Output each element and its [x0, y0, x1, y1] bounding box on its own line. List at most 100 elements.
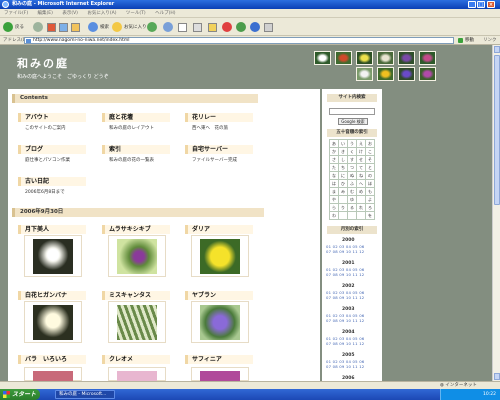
menu-card-blog[interactable]: ブログ [18, 145, 86, 154]
month-links-row[interactable]: 07 08 09 10 11 12 [326, 295, 364, 300]
kana-cell[interactable]: ふ [347, 179, 357, 188]
scroll-down-arrow[interactable] [494, 373, 500, 380]
links-label[interactable]: リンク [483, 36, 497, 45]
kana-cell[interactable]: き [338, 147, 348, 156]
kana-cell[interactable]: め [356, 187, 366, 196]
home-button[interactable] [71, 21, 80, 33]
kana-cell[interactable]: ね [356, 171, 366, 180]
flower-photo[interactable] [24, 235, 82, 277]
month-links-row[interactable]: 07 08 09 10 11 12 [326, 272, 364, 277]
flower-title[interactable]: ヤブラン [185, 291, 253, 300]
kana-cell[interactable]: を [365, 211, 375, 220]
site-search-input[interactable] [329, 108, 375, 115]
kana-cell[interactable]: か [329, 147, 339, 156]
kana-cell[interactable]: た [329, 163, 339, 172]
kana-cell[interactable]: し [338, 155, 348, 164]
flower-photo[interactable] [191, 235, 249, 277]
search-toolbar-button[interactable]: 検索 [88, 21, 109, 33]
kana-cell[interactable]: る [347, 203, 357, 212]
messenger-button[interactable] [236, 21, 248, 33]
kana-cell[interactable]: く [347, 147, 357, 156]
discuss-button[interactable] [222, 21, 234, 33]
menu-edit[interactable]: 編集(E) [38, 11, 53, 16]
header-thumb-flower[interactable] [398, 67, 415, 81]
menu-card-about[interactable]: アバウト [18, 113, 86, 122]
menu-view[interactable]: 表示(V) [62, 11, 78, 16]
print-button[interactable] [193, 21, 202, 33]
header-thumb-flower[interactable] [419, 51, 436, 65]
kana-cell[interactable]: よ [365, 195, 375, 204]
header-thumb-flower[interactable] [356, 67, 373, 81]
month-links-row[interactable]: 07 08 09 10 11 12 [326, 318, 364, 323]
kana-cell[interactable]: に [338, 171, 348, 180]
flower-photo[interactable] [24, 367, 82, 382]
history-button[interactable] [163, 21, 175, 33]
kana-cell[interactable]: お [365, 139, 375, 148]
kana-cell[interactable]: ゆ [347, 195, 357, 204]
menu-favorites[interactable]: お気に入り(A) [87, 11, 116, 16]
header-thumb-flower[interactable] [377, 67, 394, 81]
menu-file[interactable]: ファイル(F) [4, 11, 28, 16]
flower-photo[interactable] [191, 367, 249, 382]
kana-cell[interactable]: う [347, 139, 357, 148]
kana-cell[interactable]: ひ [338, 179, 348, 188]
flower-photo[interactable] [108, 367, 166, 382]
google-search-button[interactable]: Google 検索 [338, 118, 368, 125]
forward-button[interactable] [33, 21, 45, 33]
kana-cell[interactable]: わ [329, 211, 339, 220]
flower-title[interactable]: ダリア [185, 225, 253, 234]
menu-card-old-diary[interactable]: 古い日記 [18, 177, 86, 186]
flower-title[interactable]: ミスキャンタス [102, 291, 170, 300]
kana-cell[interactable]: れ [356, 203, 366, 212]
start-button[interactable]: スタート [0, 389, 40, 400]
scrollbar-thumb[interactable] [494, 55, 500, 205]
month-links-row[interactable]: 07 08 09 10 11 12 [326, 249, 364, 254]
kana-cell[interactable]: む [347, 187, 357, 196]
vertical-scrollbar[interactable] [492, 45, 500, 381]
menu-tools[interactable]: ツール(T) [126, 11, 146, 16]
close-button[interactable]: × [487, 1, 495, 8]
kana-cell[interactable]: ち [338, 163, 348, 172]
menu-card-index[interactable]: 索引 [102, 145, 170, 154]
kana-cell[interactable]: て [356, 163, 366, 172]
media-button[interactable] [147, 21, 159, 33]
header-thumb-flower[interactable] [335, 51, 352, 65]
kana-cell[interactable]: さ [329, 155, 339, 164]
refresh-button[interactable] [59, 21, 68, 33]
kana-cell[interactable]: ほ [365, 179, 375, 188]
flower-photo[interactable] [108, 301, 166, 343]
kana-cell[interactable]: も [365, 187, 375, 196]
minimize-button[interactable]: _ [468, 1, 476, 8]
flower-title[interactable]: バラ いろいろ [18, 355, 86, 364]
menu-card-server[interactable]: 自宅サーバー [185, 145, 253, 154]
go-button[interactable]: 移動 [458, 37, 474, 44]
research-button[interactable] [250, 21, 262, 33]
kana-cell[interactable]: の [365, 171, 375, 180]
month-links-row[interactable]: 07 08 09 10 11 12 [326, 364, 364, 369]
month-links-row[interactable]: 07 08 09 10 11 12 [326, 341, 364, 346]
scroll-up-arrow[interactable] [494, 46, 500, 53]
address-input[interactable]: http://www.nagomi-no-niwa.net/index.html [24, 37, 454, 44]
stop-button[interactable] [47, 21, 56, 33]
kana-cell[interactable]: ま [329, 187, 339, 196]
kana-cell[interactable]: け [356, 147, 366, 156]
favorites-toolbar-button[interactable]: お気に入り [112, 21, 147, 33]
kana-cell[interactable]: み [338, 187, 348, 196]
taskbar-item-ie[interactable]: 和みの庭 - Microsoft... [55, 390, 115, 399]
header-thumb-flower[interactable] [356, 51, 373, 65]
kana-cell[interactable]: や [329, 195, 339, 204]
menu-card-garden[interactable]: 庭と花壇 [102, 113, 170, 122]
flower-title[interactable]: 白花ヒガンバナ [18, 291, 86, 300]
flower-title[interactable]: クレオメ [102, 355, 170, 364]
header-thumb-flower[interactable] [419, 67, 436, 81]
kana-cell[interactable]: と [365, 163, 375, 172]
flower-title[interactable]: 月下美人 [18, 225, 86, 234]
flower-title[interactable]: ムラサキシキブ [102, 225, 170, 234]
header-thumb-flower[interactable] [377, 51, 394, 65]
flower-photo[interactable] [24, 301, 82, 343]
kana-cell[interactable]: な [329, 171, 339, 180]
back-button[interactable]: 戻る [3, 21, 24, 33]
header-thumb-flower[interactable] [314, 51, 331, 65]
header-thumb-flower[interactable] [398, 51, 415, 65]
kana-cell[interactable]: へ [356, 179, 366, 188]
